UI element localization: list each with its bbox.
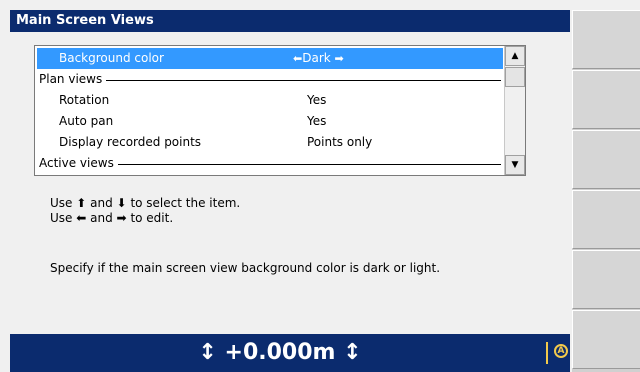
arrow-right-icon: ➡ — [116, 211, 127, 225]
app-window: Main Screen Views Background color ⬅Dark… — [0, 0, 640, 372]
softkey-panel — [572, 10, 640, 372]
height-value: +0.000m — [224, 340, 336, 365]
arrow-up-icon: ⬆ — [76, 196, 87, 210]
scroll-down-button[interactable]: ▼ — [505, 155, 525, 175]
help-line-edit: Use ⬅ and ➡ to edit. — [50, 211, 173, 225]
section-header-plan-views: Plan views — [35, 69, 505, 90]
list-item-label: Rotation — [59, 93, 110, 107]
arrow-right-icon[interactable]: ➡ — [335, 52, 344, 65]
help-text: to select the item. — [130, 196, 241, 210]
softkey-5[interactable] — [572, 250, 640, 309]
arrow-down-icon: ⬇ — [116, 196, 127, 210]
scroll-up-button[interactable]: ▲ — [505, 46, 525, 66]
section-divider — [41, 80, 501, 81]
vertical-scrollbar[interactable]: ▲ ▼ — [504, 46, 525, 175]
list-item-value: Points only — [307, 135, 373, 149]
arrow-left-icon[interactable]: ⬅ — [293, 52, 302, 65]
softkey-4[interactable] — [572, 190, 640, 249]
updown-arrow-icon: ↕ — [343, 340, 362, 365]
help-description: Specify if the main screen view backgrou… — [50, 261, 441, 275]
circle-a-icon[interactable]: A — [554, 344, 568, 358]
status-bar: ↕ +0.000m ↕ A — [10, 334, 570, 372]
help-text: and — [90, 196, 113, 210]
settings-list[interactable]: Background color ⬅Dark ➡ Plan views Rota… — [34, 45, 526, 176]
list-item-value: Yes — [307, 114, 327, 128]
list-item-rotation[interactable]: Rotation Yes — [35, 90, 505, 111]
triangle-down-icon: ▼ — [511, 160, 519, 170]
help-text: Use — [50, 211, 73, 225]
list-item-display-recorded-points[interactable]: Display recorded points Points only — [35, 132, 505, 153]
list-item-label: Background color — [59, 51, 164, 65]
updown-arrow-icon: ↕ — [198, 340, 217, 365]
softkey-1[interactable] — [572, 10, 640, 69]
softkey-6[interactable] — [572, 310, 640, 369]
window-title: Main Screen Views — [10, 10, 570, 32]
height-readout[interactable]: ↕ +0.000m ↕ — [10, 334, 550, 372]
softkey-2[interactable] — [572, 70, 640, 129]
scrollbar-thumb[interactable] — [505, 67, 525, 87]
section-label: Active views — [39, 153, 118, 174]
background-color-value: Dark — [302, 51, 331, 65]
list-item-label: Display recorded points — [59, 135, 202, 149]
list-item-value: Yes — [307, 93, 327, 107]
help-text: Use — [50, 196, 73, 210]
help-line-select: Use ⬆ and ⬇ to select the item. — [50, 196, 240, 210]
list-item-background-color[interactable]: Background color ⬅Dark ➡ — [37, 48, 503, 69]
status-divider — [546, 342, 548, 364]
triangle-up-icon: ▲ — [511, 51, 519, 61]
list-item-value[interactable]: ⬅Dark ➡ — [293, 48, 344, 69]
help-text: and — [90, 211, 113, 225]
section-label: Plan views — [39, 69, 107, 90]
softkey-3[interactable] — [572, 130, 640, 189]
list-item-label: Auto pan — [59, 114, 114, 128]
list-item-auto-pan[interactable]: Auto pan Yes — [35, 111, 505, 132]
arrow-left-icon: ⬅ — [76, 211, 87, 225]
help-text: to edit. — [130, 211, 174, 225]
settings-list-content: Background color ⬅Dark ➡ Plan views Rota… — [35, 46, 505, 175]
section-header-active-views: Active views — [35, 153, 505, 174]
